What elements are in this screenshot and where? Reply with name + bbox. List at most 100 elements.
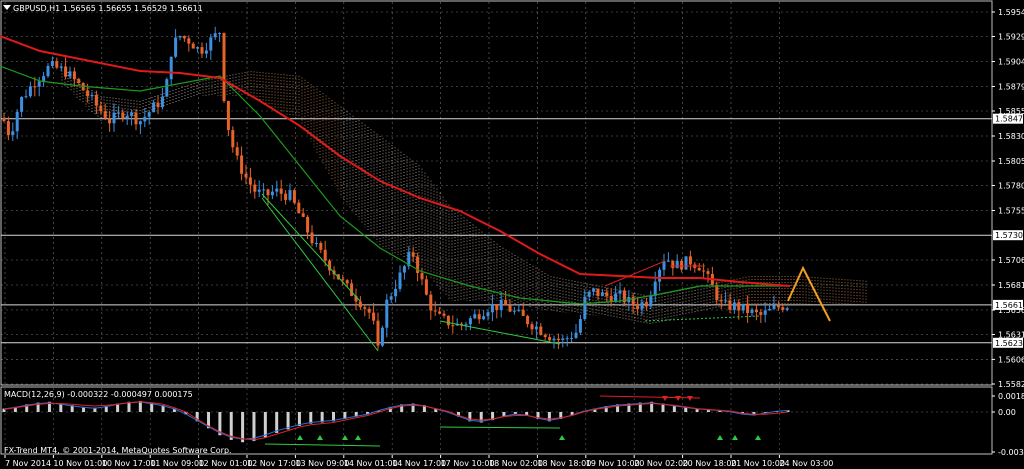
candle-body xyxy=(116,112,120,114)
candle-body xyxy=(50,60,54,66)
x-tick-label: 10 Nov 17:00 xyxy=(102,459,156,468)
candle-body xyxy=(257,189,261,192)
y-tick-label: 1.56810 xyxy=(998,281,1024,290)
x-tick-label: 13 Nov 09:00 xyxy=(295,459,349,468)
candle-body xyxy=(614,293,618,302)
candle-body xyxy=(596,288,600,296)
candle-body xyxy=(715,284,719,301)
candle-body xyxy=(732,302,736,310)
price-level-label: 1.58473 xyxy=(995,115,1024,124)
x-tick-label: 19 Nov 10:00 xyxy=(586,459,640,468)
price-chart[interactable]: 1.584731.573081.566111.56232 1.595401.59… xyxy=(0,0,1024,469)
candle-body xyxy=(446,315,450,326)
candle-body xyxy=(680,260,684,270)
x-tick-label: 11 Nov 09:00 xyxy=(150,459,204,468)
candle-body xyxy=(90,94,94,97)
x-tick-label: 10 Nov 01:00 xyxy=(53,459,107,468)
candle-body xyxy=(209,37,213,51)
candle-body xyxy=(231,130,235,148)
x-tick-label: 14 Nov 01:00 xyxy=(344,459,398,468)
candle-body xyxy=(385,299,389,328)
candle-body xyxy=(688,256,692,265)
candle-body xyxy=(2,118,6,122)
candle-body xyxy=(398,272,402,289)
y-tick-label: 1.57060 xyxy=(998,256,1024,265)
candle-body xyxy=(411,252,415,257)
candle-body xyxy=(666,260,670,262)
candle-body xyxy=(363,307,367,309)
candle-body xyxy=(314,242,318,244)
candle-body xyxy=(684,256,688,270)
x-tick-label: 14 Nov 17:00 xyxy=(392,459,446,468)
candle-body xyxy=(20,96,24,112)
candle-body xyxy=(174,37,178,57)
candle-body xyxy=(644,302,648,307)
y-tick-label: 1.59540 xyxy=(998,8,1024,17)
candle-body xyxy=(121,112,125,119)
candle-body xyxy=(697,267,701,271)
candle-body xyxy=(526,315,530,325)
y-tick-label: 1.59045 xyxy=(998,58,1024,67)
macd-y-tick-label: 0.00188 xyxy=(998,392,1024,401)
candle-body xyxy=(213,33,217,38)
candle-body xyxy=(350,283,354,296)
candle-body xyxy=(275,188,279,192)
candle-body xyxy=(103,111,107,119)
candle-body xyxy=(99,105,103,112)
candle-body xyxy=(499,300,503,310)
candle-body xyxy=(504,300,508,306)
symbol-title: GBPUSD,H1 1.56565 1.56655 1.56529 1.5661… xyxy=(13,4,203,13)
x-tick-label: 21 Nov 10:00 xyxy=(731,459,785,468)
candle-body xyxy=(169,56,173,80)
candle-body xyxy=(737,302,741,311)
candle-body xyxy=(706,271,710,274)
candle-body xyxy=(402,266,406,273)
candle-body xyxy=(6,121,10,136)
candle-body xyxy=(543,334,547,338)
candle-body xyxy=(570,337,574,339)
y-tick-label: 1.57555 xyxy=(998,207,1024,216)
candle-body xyxy=(486,312,490,317)
candle-body xyxy=(72,71,76,80)
candle-body xyxy=(776,305,780,308)
candle-body xyxy=(482,316,486,320)
candle-body xyxy=(785,308,789,310)
candle-body xyxy=(451,325,455,327)
candle-body xyxy=(125,115,129,119)
candle-body xyxy=(442,313,446,316)
candle-body xyxy=(662,261,666,270)
candle-body xyxy=(204,50,208,54)
candle-body xyxy=(108,118,112,124)
candle-body xyxy=(319,242,323,250)
candle-body xyxy=(702,270,706,272)
candle-body xyxy=(772,305,776,309)
candle-body xyxy=(574,332,578,338)
x-tick-label: 24 Nov 03:00 xyxy=(779,459,833,468)
candle-body xyxy=(490,303,494,313)
candle-body xyxy=(389,296,393,300)
macd-y-tick-label: -0.00344 xyxy=(998,448,1024,457)
candle-body xyxy=(182,36,186,39)
candle-body xyxy=(112,112,116,124)
candle-body xyxy=(279,188,283,194)
candle-body xyxy=(301,213,305,217)
candle-body xyxy=(178,36,182,38)
candle-body xyxy=(372,312,376,321)
candle-body xyxy=(306,216,310,233)
candle-body xyxy=(750,309,754,314)
candle-body xyxy=(464,324,468,326)
candle-body xyxy=(244,173,248,178)
candle-body xyxy=(160,96,164,108)
candle-body xyxy=(517,309,521,311)
candle-body xyxy=(512,310,516,312)
candle-body xyxy=(33,86,37,88)
candle-body xyxy=(218,33,222,35)
candle-body xyxy=(781,307,785,310)
y-tick-label: 1.58550 xyxy=(998,107,1024,116)
candle-body xyxy=(719,300,723,302)
candle-body xyxy=(11,131,15,136)
y-tick-label: 1.58795 xyxy=(998,83,1024,92)
candle-body xyxy=(130,112,134,116)
candle-body xyxy=(539,326,543,335)
y-tick-label: 1.59295 xyxy=(998,33,1024,42)
